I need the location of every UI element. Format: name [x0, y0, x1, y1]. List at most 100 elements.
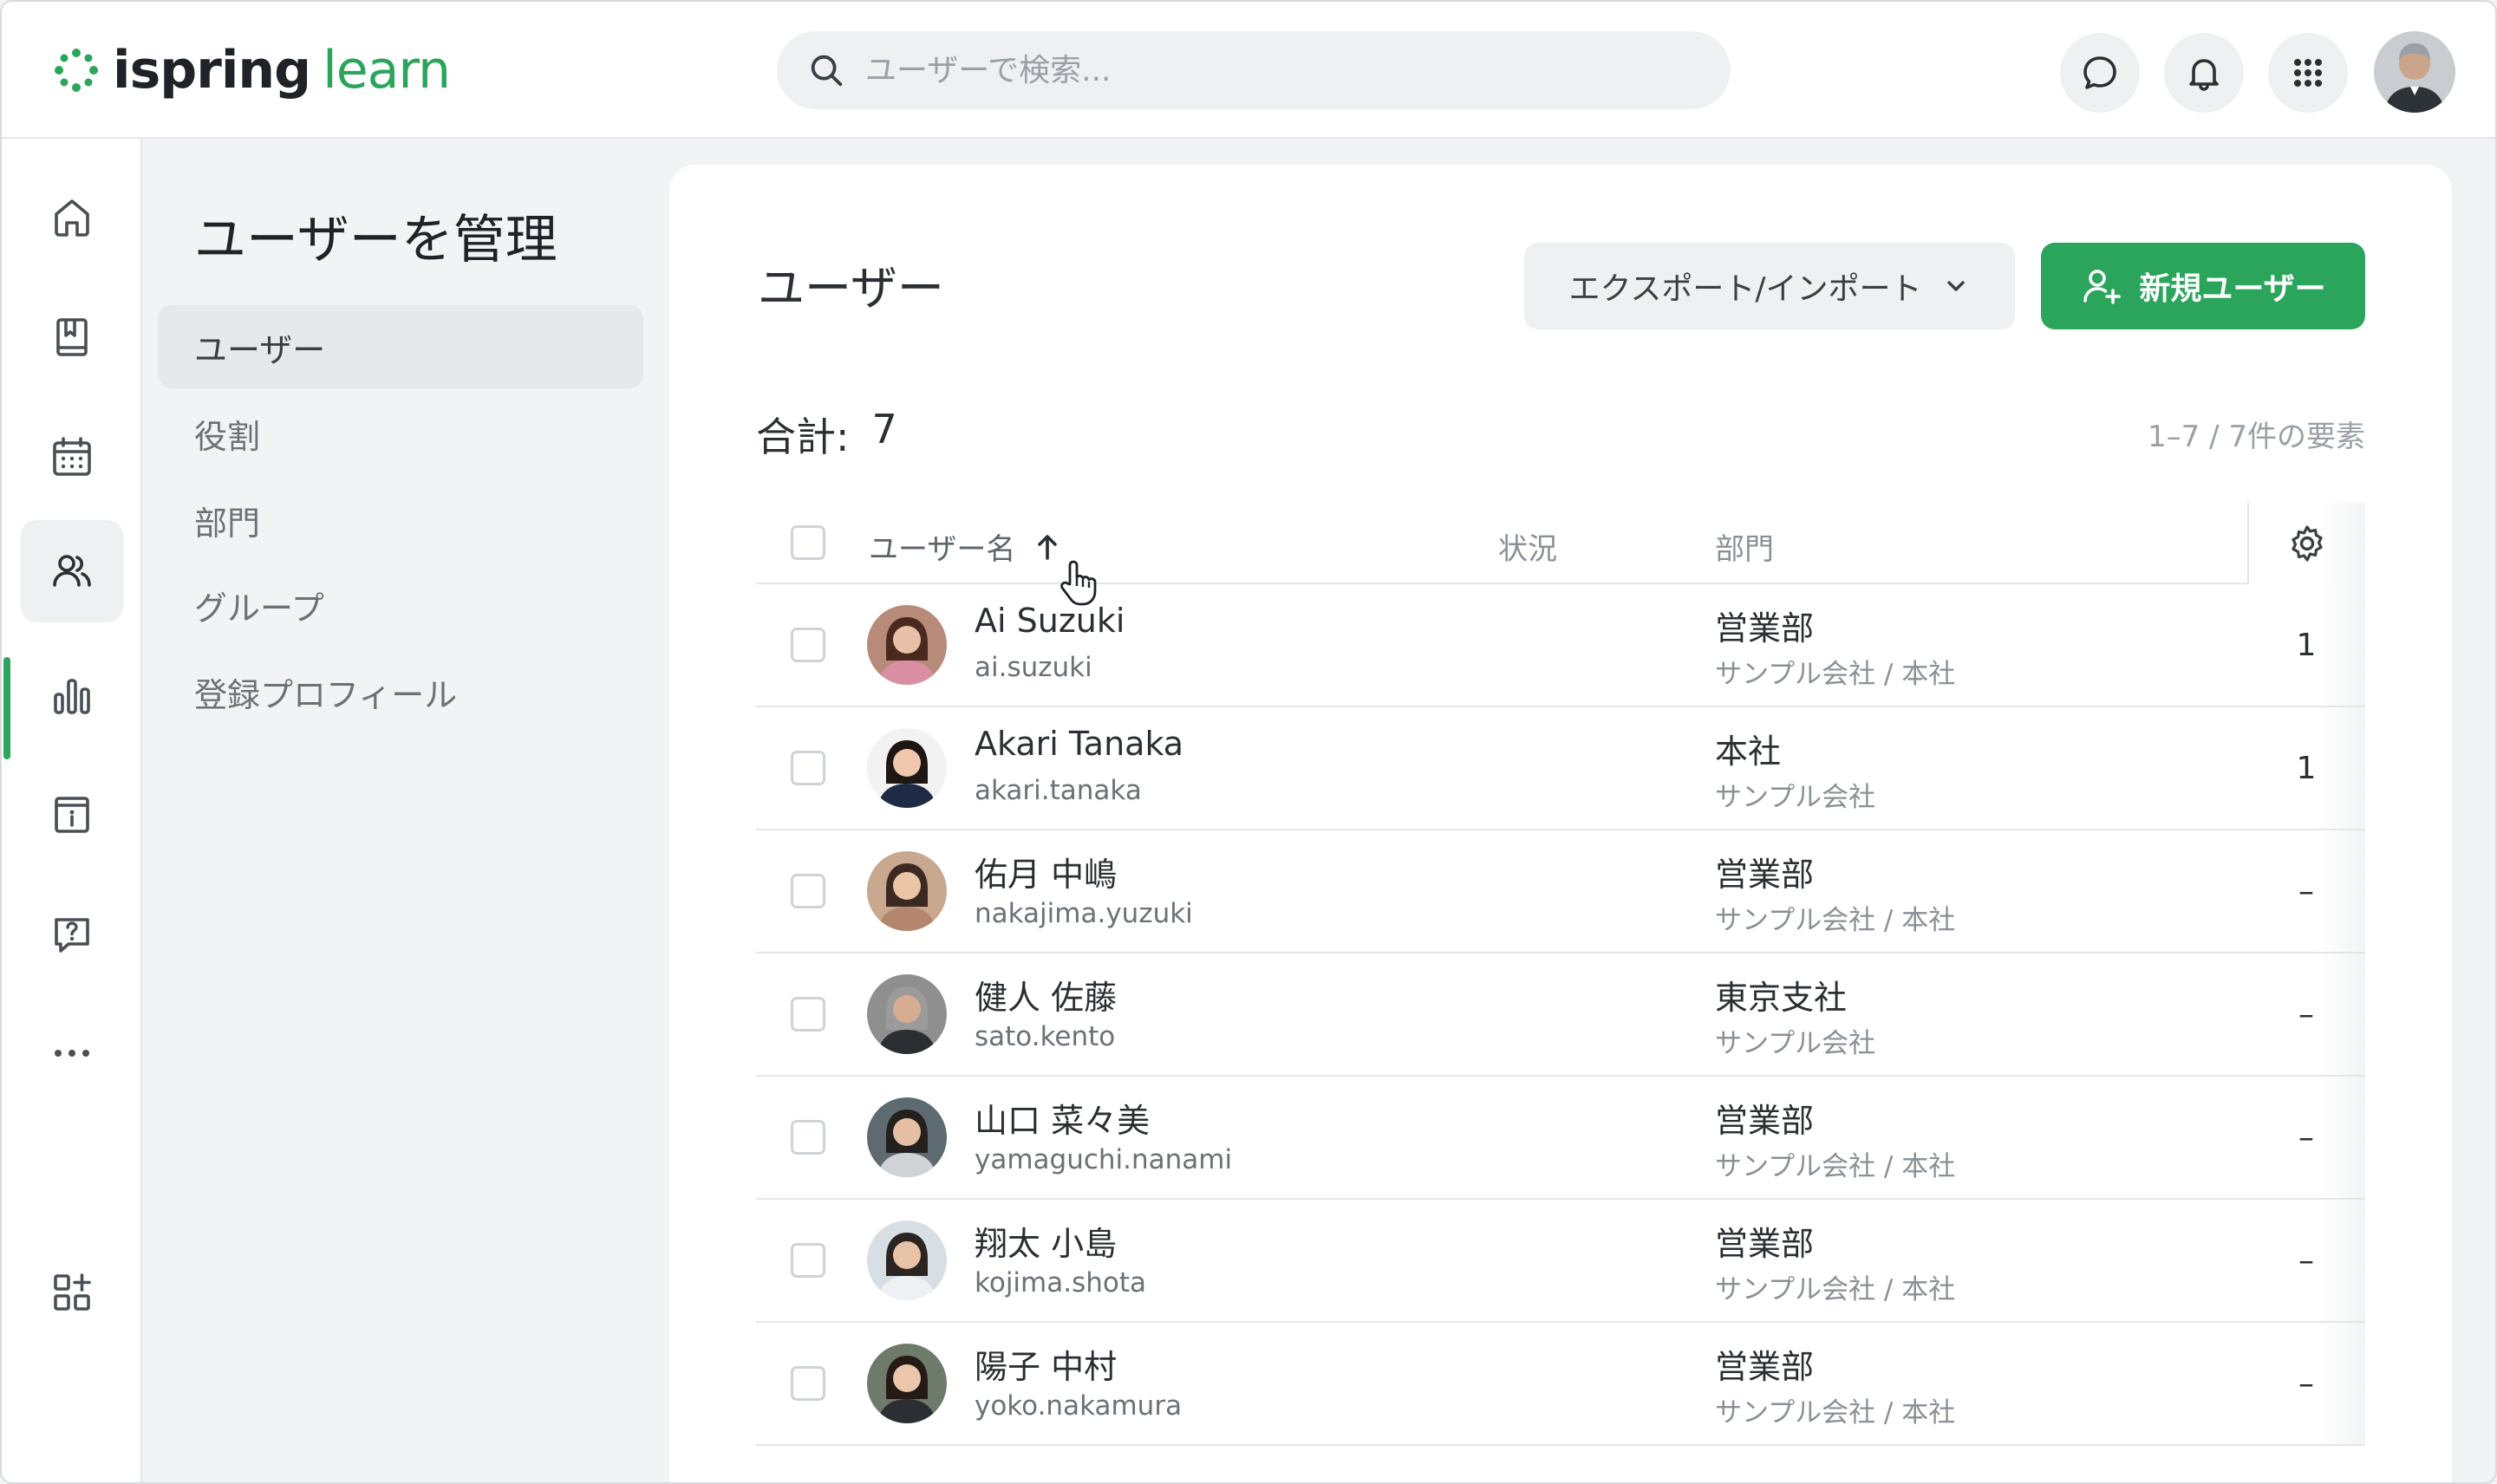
user-name[interactable]: Ai Suzuki	[975, 602, 1125, 640]
rail-help[interactable]	[21, 882, 123, 985]
pagination-range: 1–7 / 7件の要素	[2148, 420, 2365, 454]
user-department: 東京支社	[1715, 979, 1848, 1017]
submenu-item-departments[interactable]: 部門	[158, 478, 643, 562]
avatar[interactable]	[867, 974, 947, 1054]
user-department: 営業部	[1715, 609, 1815, 648]
column-header-department[interactable]: 部門	[1715, 525, 1774, 568]
avatar-image	[867, 851, 947, 931]
rail-add-apps[interactable]	[21, 1241, 123, 1344]
row-count-value: 1	[2247, 584, 2365, 706]
export-import-label: エクスポート/インポート	[1568, 271, 1922, 307]
chat-icon	[2083, 56, 2116, 89]
avatar[interactable]	[867, 728, 947, 808]
user-login: akari.tanaka	[975, 775, 1142, 806]
table-row[interactable]: Akari Tanaka akari.tanaka 本社 サンプル会社 1	[756, 707, 2365, 830]
apps-button[interactable]	[2268, 33, 2348, 113]
table-row[interactable]: 翔太 小島 kojima.shota 営業部 サンプル会社 / 本社 –	[756, 1200, 2365, 1323]
row-checkbox[interactable]	[791, 1243, 825, 1278]
table-header: ユーザー名 状況 部門	[756, 503, 2365, 584]
users-submenu: ユーザーを管理 ユーザー 役割 部門 グループ 登録プロフィール	[142, 139, 662, 1482]
rail-courses[interactable]	[21, 286, 123, 388]
user-login: kojima.shota	[975, 1267, 1147, 1298]
user-org-path: サンプル会社 / 本社	[1715, 1397, 1956, 1429]
rail-reports[interactable]	[21, 645, 123, 747]
rail-calendar[interactable]	[21, 406, 123, 508]
user-login: nakajima.yuzuki	[975, 898, 1193, 929]
row-checkbox[interactable]	[791, 1366, 825, 1401]
apps-grid-icon	[2294, 59, 2322, 87]
user-org-path: サンプル会社	[1715, 782, 1876, 813]
user-name[interactable]: 陽子 中村	[975, 1340, 1117, 1388]
chat-button[interactable]	[2060, 33, 2140, 113]
avatar[interactable]	[867, 1344, 947, 1423]
new-user-button[interactable]: 新規ユーザー	[2041, 243, 2365, 329]
row-checkbox[interactable]	[791, 874, 825, 908]
user-login: sato.kento	[975, 1021, 1116, 1052]
avatar[interactable]	[867, 1220, 947, 1300]
home-icon	[55, 199, 89, 237]
row-count-value: –	[2247, 1323, 2365, 1444]
table-row[interactable]: 佑月 中嶋 nakajima.yuzuki 営業部 サンプル会社 / 本社 –	[756, 830, 2365, 954]
sort-ascending-icon	[1038, 534, 1058, 560]
submenu-item-users[interactable]: ユーザー	[158, 305, 643, 388]
select-all-checkbox[interactable]	[791, 525, 825, 560]
column-header-name[interactable]: ユーザー名	[869, 525, 1062, 568]
table-row[interactable]: 山口 菜々美 yamaguchi.nanami 営業部 サンプル会社 / 本社 …	[756, 1077, 2365, 1200]
user-name[interactable]: Akari Tanaka	[975, 725, 1183, 763]
table-row[interactable]: 陽子 中村 yoko.nakamura 営業部 サンプル会社 / 本社 –	[756, 1323, 2365, 1446]
column-header-status[interactable]: 状況	[1498, 525, 1557, 568]
row-checkbox[interactable]	[791, 628, 825, 662]
rail-users[interactable]	[21, 520, 123, 622]
user-login: yoko.nakamura	[975, 1390, 1183, 1422]
row-checkbox[interactable]	[791, 997, 825, 1032]
table-row[interactable]: Ai Suzuki ai.suzuki 営業部 サンプル会社 / 本社 1	[756, 584, 2365, 707]
rail-home[interactable]	[21, 166, 123, 269]
notifications-button[interactable]	[2164, 33, 2244, 113]
gear-icon	[2292, 525, 2323, 562]
book-icon	[56, 318, 88, 356]
total-value: 7	[871, 406, 897, 452]
avatar[interactable]	[867, 605, 947, 685]
user-department: 営業部	[1715, 1102, 1815, 1140]
search-input[interactable]	[865, 52, 1646, 88]
ispring-logo-icon	[55, 49, 98, 92]
total-count: 合計: 7	[756, 406, 897, 463]
submenu-item-roles[interactable]: 役割	[158, 392, 643, 475]
info-icon	[55, 797, 89, 833]
user-name[interactable]: 健人 佐藤	[975, 971, 1117, 1019]
user-org-path: サンプル会社 / 本社	[1715, 905, 1956, 936]
rail-more[interactable]	[21, 1002, 123, 1104]
logo[interactable]: ispring learn	[52, 40, 451, 101]
export-import-button[interactable]: エクスポート/インポート	[1524, 243, 2015, 329]
submenu-title: ユーザーを管理	[194, 210, 557, 270]
logo-text: ispring learn	[113, 40, 451, 101]
row-checkbox[interactable]	[791, 1120, 825, 1155]
user-department: 営業部	[1715, 1225, 1815, 1263]
submenu-item-groups[interactable]: グループ	[158, 563, 643, 647]
chevron-down-icon	[1946, 281, 1965, 291]
user-login: yamaguchi.nanami	[975, 1144, 1233, 1175]
active-indicator	[3, 657, 10, 759]
total-label: 合計:	[756, 413, 850, 460]
submenu-item-registration-profiles[interactable]: 登録プロフィール	[158, 650, 643, 733]
user-name[interactable]: 山口 菜々美	[975, 1094, 1150, 1142]
table-row[interactable]: 健人 佐藤 sato.kento 東京支社 サンプル会社 –	[756, 954, 2365, 1077]
user-name[interactable]: 佑月 中嶋	[975, 848, 1117, 895]
add-user-icon	[2083, 270, 2122, 304]
avatar[interactable]	[867, 851, 947, 931]
column-settings-button[interactable]	[2247, 503, 2365, 584]
user-department: 本社	[1715, 732, 1782, 771]
column-name-label: ユーザー名	[869, 532, 1016, 567]
new-user-label: 新規ユーザー	[2139, 271, 2326, 307]
search-bar[interactable]	[777, 31, 1731, 109]
logo-primary: ispring	[113, 40, 311, 101]
user-name[interactable]: 翔太 小島	[975, 1217, 1117, 1265]
row-checkbox[interactable]	[791, 751, 825, 785]
user-avatar[interactable]	[2374, 31, 2455, 113]
row-count-value: –	[2247, 1200, 2365, 1321]
avatar[interactable]	[867, 1097, 947, 1177]
user-department: 営業部	[1715, 1348, 1815, 1386]
avatar-image	[867, 1097, 947, 1177]
rail-info[interactable]	[21, 763, 123, 865]
chart-icon	[54, 679, 90, 714]
